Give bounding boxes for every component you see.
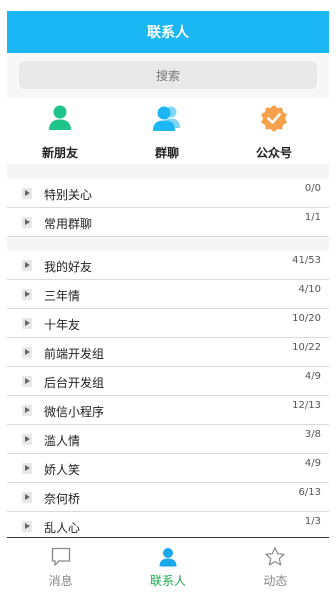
official-accounts-button[interactable]: 公众号	[239, 103, 309, 161]
group-row[interactable]: 我的好友 41/53	[7, 251, 329, 280]
group-row[interactable]: 微信小程序 12/13	[7, 396, 329, 425]
group-name: 后台开发组	[44, 376, 105, 390]
group-icon	[153, 106, 180, 131]
group-name: 娇人笑	[44, 463, 81, 477]
bottom-tab-bar: 消息 联系人 动态	[7, 537, 329, 594]
shortcut-row: 新朋友 群聊 公众号	[7, 98, 329, 164]
group-count: 1/1	[304, 212, 321, 223]
group-row[interactable]: 十年友 10/20	[7, 309, 329, 338]
star-icon	[265, 547, 286, 566]
group-row[interactable]: 奈何桥 6/13	[7, 483, 329, 512]
search-placeholder: 搜索	[155, 68, 180, 83]
person-icon	[49, 105, 71, 130]
group-row[interactable]: 娇人笑 4/9	[7, 454, 329, 483]
group-name: 三年情	[44, 289, 81, 303]
expand-arrow-icon	[22, 260, 32, 271]
expand-arrow-icon	[22, 188, 32, 199]
friend-group-list: 我的好友 41/53 三年情 4/10 十年友 10/20 前端开发组 10/2…	[7, 251, 329, 540]
expand-arrow-icon	[22, 217, 32, 228]
expand-arrow-icon	[22, 289, 32, 300]
expand-arrow-icon	[22, 434, 32, 445]
group-name: 我的好友	[44, 260, 93, 274]
group-count: 4/9	[304, 458, 321, 469]
group-row[interactable]: 常用群聊 1/1	[7, 208, 329, 237]
group-count: 1/3	[304, 516, 321, 527]
group-row[interactable]: 乱人心 1/3	[7, 512, 329, 540]
group-name: 特别关心	[44, 188, 93, 202]
group-count: 4/10	[298, 284, 321, 295]
group-count: 3/8	[304, 429, 321, 440]
person-icon	[159, 548, 177, 567]
group-row[interactable]: 特别关心 0/0	[7, 179, 329, 208]
section-divider	[7, 237, 329, 251]
app-header: 联系人	[7, 11, 329, 53]
group-row[interactable]: 三年情 4/10	[7, 280, 329, 309]
search-bar: 搜索	[7, 53, 329, 98]
expand-arrow-icon	[22, 347, 32, 358]
group-name: 乱人心	[44, 521, 81, 535]
chat-bubble-icon	[51, 547, 70, 566]
expand-arrow-icon	[22, 521, 32, 532]
group-name: 奈何桥	[44, 492, 81, 506]
group-name: 前端开发组	[44, 347, 105, 361]
tab-messages[interactable]: 消息	[7, 538, 114, 594]
expand-arrow-icon	[22, 376, 32, 387]
tab-moments-label: 动态	[263, 574, 288, 588]
group-count: 6/13	[298, 487, 321, 498]
expand-arrow-icon	[22, 405, 32, 416]
expand-arrow-icon	[22, 463, 32, 474]
group-name: 微信小程序	[44, 405, 105, 419]
group-name: 滥人情	[44, 434, 81, 448]
expand-arrow-icon	[22, 318, 32, 329]
group-row[interactable]: 前端开发组 10/22	[7, 338, 329, 367]
badge-check-icon	[261, 105, 287, 132]
group-name: 常用群聊	[44, 217, 93, 231]
group-count: 12/13	[292, 400, 321, 411]
group-count: 0/0	[304, 183, 321, 194]
tab-moments[interactable]: 动态	[222, 538, 329, 594]
group-row[interactable]: 滥人情 3/8	[7, 425, 329, 454]
group-name: 十年友	[44, 318, 81, 332]
new-friends-label: 新朋友	[41, 146, 78, 160]
new-friends-button[interactable]: 新朋友	[25, 103, 95, 161]
special-group-list: 特别关心 0/0 常用群聊 1/1	[7, 179, 329, 237]
section-divider	[7, 164, 329, 179]
page-title: 联系人	[147, 25, 189, 41]
group-count: 10/22	[292, 342, 321, 353]
search-input[interactable]: 搜索	[19, 61, 317, 89]
group-count: 10/20	[292, 313, 321, 324]
tab-messages-label: 消息	[48, 574, 73, 588]
group-chats-button[interactable]: 群聊	[132, 103, 202, 161]
group-row[interactable]: 后台开发组 4/9	[7, 367, 329, 396]
official-accounts-label: 公众号	[255, 146, 292, 160]
expand-arrow-icon	[22, 492, 32, 503]
group-chats-label: 群聊	[154, 146, 179, 160]
tab-contacts[interactable]: 联系人	[114, 538, 221, 594]
group-count: 41/53	[292, 255, 321, 266]
tab-contacts-label: 联系人	[149, 574, 186, 588]
group-count: 4/9	[304, 371, 321, 382]
